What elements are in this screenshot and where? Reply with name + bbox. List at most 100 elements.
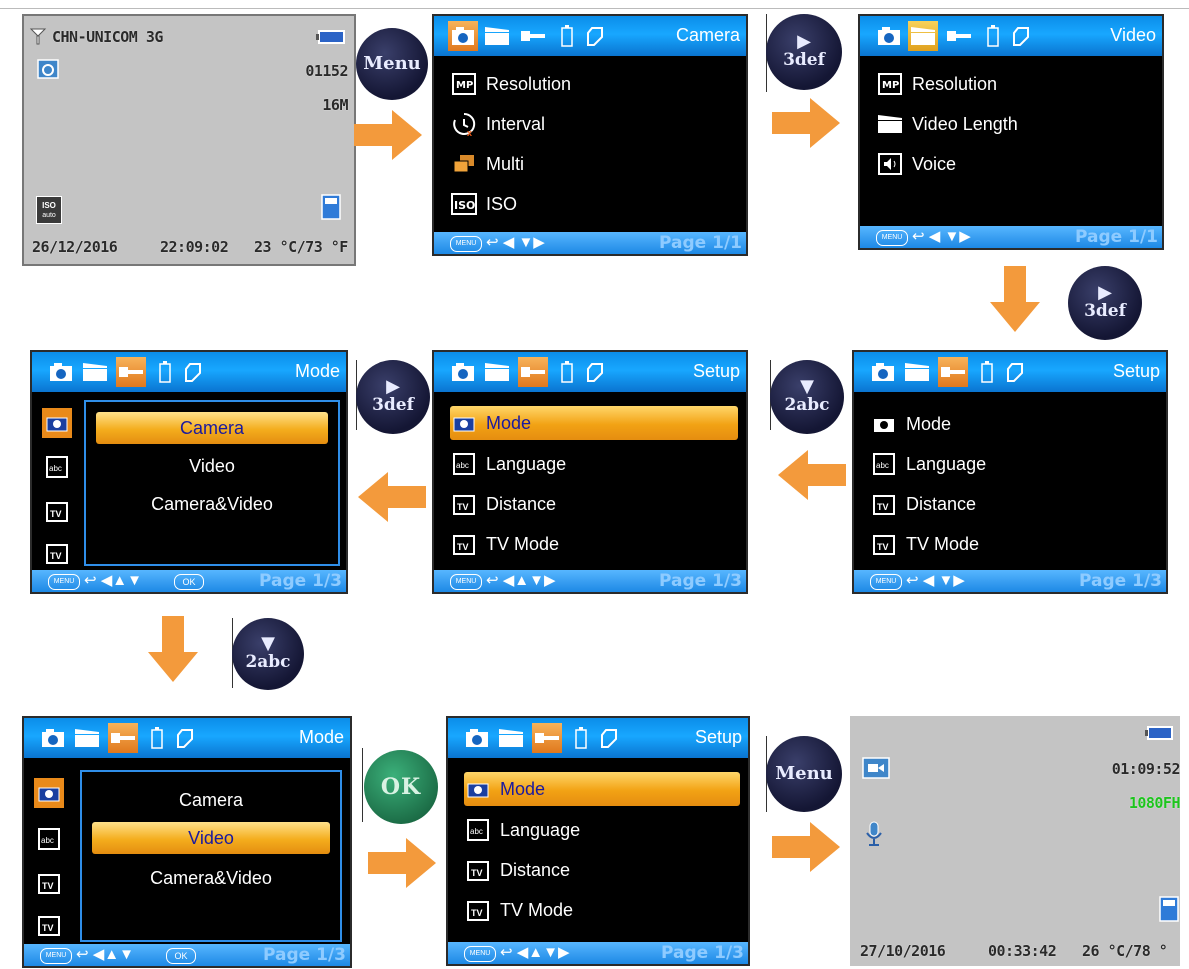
tab-tools[interactable] [594,723,624,753]
nav-arrows-icon: ↩ ◀▲▼▶ [500,944,570,961]
record-time: 01:09:52 [1111,760,1181,778]
right-3def-button[interactable]: ▶ 3def [1068,266,1142,340]
tv-mode-icon: TV [450,530,478,558]
mode-option-video[interactable]: Video [96,450,328,482]
menu-item-language[interactable]: abc Language [464,812,742,848]
tab-camera[interactable] [448,21,478,51]
bottom-status-bar: MENU ↩ ◀ ▼▶ Page 1/1 [434,232,746,254]
tab-camera[interactable] [38,723,68,753]
menu-item-mode[interactable]: Mode [870,406,1160,442]
wrench-icon [111,733,135,743]
tab-camera[interactable] [874,21,904,51]
tab-tools[interactable] [1006,21,1036,51]
tab-video[interactable] [496,723,526,753]
tab-setup[interactable] [518,357,548,387]
distance-icon: TV [42,496,72,526]
menu-item-distance[interactable]: TV Distance [450,486,740,522]
menu-item-distance[interactable]: TV Distance [870,486,1160,522]
tab-video[interactable] [902,357,932,387]
tab-battery[interactable] [972,357,1002,387]
mode-camera-icon [464,775,492,803]
tab-battery[interactable] [150,357,180,387]
tab-battery[interactable] [552,21,582,51]
svg-text:TV: TV [42,881,54,891]
mode-option-camera-video[interactable]: Camera&Video [92,862,330,894]
menu-item-resolution[interactable]: MP Resolution [450,66,740,102]
tab-setup[interactable] [116,357,146,387]
menu-item-distance[interactable]: TV Distance [464,852,742,888]
arrow-right-icon [772,822,840,872]
setup-menu-screen: Setup Mode abc Language TV Distance TV T… [852,350,1168,594]
menu-back-pill: MENU [450,574,482,590]
speaker-icon [876,150,904,178]
menu-item-video-length[interactable]: Video Length [876,106,1156,142]
ok-button-label: OK [380,774,422,800]
menu-button[interactable]: Menu [356,28,428,100]
tab-video[interactable] [72,723,102,753]
tab-setup[interactable] [532,723,562,753]
tab-camera[interactable] [462,723,492,753]
carrier-label: CHN-UNICOM 3G [52,28,163,46]
screen-title: Setup [692,361,740,381]
tab-camera[interactable] [448,357,478,387]
menu-item-multi[interactable]: Multi [450,146,740,182]
menu-item-tv-mode[interactable]: TV TV Mode [464,892,742,928]
menu-item-language[interactable]: abc Language [450,446,740,482]
tab-setup[interactable] [944,21,974,51]
mode-option-camera[interactable]: Camera [92,784,330,816]
down-2abc-button[interactable]: ▼ 2abc [232,618,304,690]
menu-back-pill: MENU [876,230,908,246]
menu-tab-bar: Setup [854,352,1166,392]
tab-setup[interactable] [938,357,968,387]
camera-icon [466,729,488,747]
bottom-status-bar: MENU ↩ ◀▲▼▶ Page 1/3 [448,942,748,964]
menu-item-resolution[interactable]: MP Resolution [876,66,1156,102]
mode-options-panel: Camera Video Camera&Video [80,770,342,942]
menu-button[interactable]: Menu [766,736,842,812]
right-3def-button[interactable]: ▶ 3def [766,14,842,90]
time-label: 22:09:02 [160,238,229,256]
tab-video[interactable] [80,357,110,387]
mp-icon: MP [450,70,478,98]
tab-battery[interactable] [566,723,596,753]
ok-button[interactable]: OK [364,750,438,824]
menu-item-mode[interactable]: Mode [450,406,738,440]
tab-setup[interactable] [108,723,138,753]
tab-video[interactable] [482,357,512,387]
right-3def-button[interactable]: ▶ 3def [356,360,430,434]
tab-tools[interactable] [580,357,610,387]
play-down-icon: ▼ [800,376,814,397]
tab-tools[interactable] [580,21,610,51]
button-label: 3def [783,50,825,70]
mode-option-video[interactable]: Video [92,822,330,854]
button-label: 3def [372,395,414,415]
tab-tools[interactable] [170,723,200,753]
tab-battery[interactable] [552,357,582,387]
menu-item-mode[interactable]: Mode [464,772,740,806]
menu-item-iso[interactable]: ISO ISO [450,186,740,222]
menu-item-tv-mode[interactable]: TV TV Mode [870,526,1160,562]
tab-camera[interactable] [868,357,898,387]
down-2abc-button[interactable]: ▼ 2abc [770,360,844,434]
tab-video[interactable] [908,21,938,51]
menu-item-tv-mode[interactable]: TV TV Mode [450,526,740,562]
tab-battery[interactable] [978,21,1008,51]
play-right-icon: ▶ [797,31,811,52]
tab-tools[interactable] [1000,357,1030,387]
menu-item-interval[interactable]: x Interval [450,106,740,142]
tv-mode-icon: TV [42,538,72,568]
menu-item-voice[interactable]: Voice [876,146,1156,182]
setup-menu-screen-highlighted: Setup Mode abc Language TV Distance TV T… [432,350,748,594]
mode-option-camera-video[interactable]: Camera&Video [96,488,328,520]
tab-tools[interactable] [178,357,208,387]
menu-item-language[interactable]: abc Language [870,446,1160,482]
tab-battery[interactable] [142,723,172,753]
nav-arrows-icon: ↩ ◀▲▼ [76,946,134,963]
tab-setup[interactable] [518,21,548,51]
menu-item-label: Distance [500,859,571,880]
camera-mode-icon [36,58,60,80]
tab-video[interactable] [482,21,512,51]
svg-text:abc: abc [456,461,469,470]
tab-camera[interactable] [46,357,76,387]
mode-option-camera[interactable]: Camera [96,412,328,444]
